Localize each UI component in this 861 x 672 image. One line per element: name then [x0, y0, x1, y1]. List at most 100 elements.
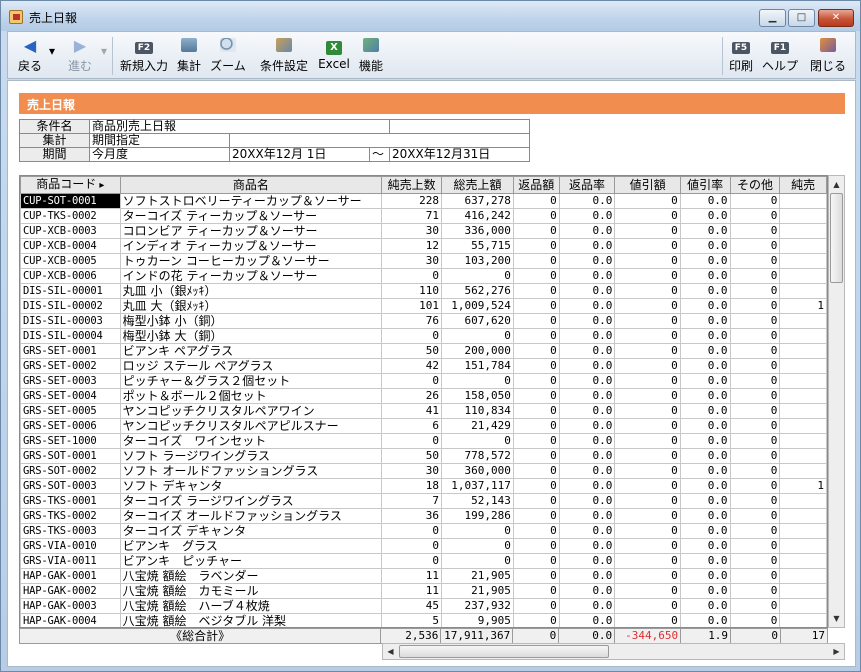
column-header[interactable]: 純売上数 — [381, 176, 443, 194]
horizontal-scrollbar[interactable]: ◀ ▶ — [382, 643, 845, 660]
scroll-down-icon[interactable]: ▼ — [830, 611, 843, 626]
back-dropdown[interactable]: ▾ — [46, 35, 58, 77]
column-header[interactable]: 値引額 — [614, 176, 681, 194]
minimize-button[interactable]: ▁ — [759, 9, 786, 27]
condition-settings-button[interactable]: 条件設定 — [258, 35, 310, 77]
cell-discr: 0.0 — [679, 328, 731, 344]
cell-qty: 11 — [381, 568, 443, 584]
column-header[interactable]: その他 — [729, 176, 781, 194]
cell-qty: 7 — [381, 493, 443, 509]
column-header[interactable]: 返品額 — [512, 176, 560, 194]
table-row[interactable]: GRS-SET-0006 ヤンコピッチクリスタルペアピルスナー 6 21,429 0 0.… — [20, 418, 827, 434]
table-row[interactable]: DIS-SIL-00003 梅型小鉢 小（銅） 76 607,620 0 0.0 0 0.0 0 — [20, 313, 827, 329]
table-row[interactable]: GRS-VIA-0010 ビアンキ グラス 0 0 0 0.0 0 0.0 0 — [20, 538, 827, 554]
table-row[interactable]: GRS-TKS-0002 ターコイズ オールドファッショングラス 36 199,286… — [20, 508, 827, 524]
cell-other: 0 — [729, 223, 781, 239]
table-row[interactable]: GRS-SET-0005 ヤンコピッチクリスタルペアワイン 41 110,834 0 0.… — [20, 403, 827, 419]
table-row[interactable]: GRS-TKS-0003 ターコイズ デキャンタ 0 0 0 0.0 0 0.0 0 — [20, 523, 827, 539]
table-row[interactable]: CUP-XCB-0004 インディオ ティーカップ＆ソーサー 12 55,715 0 0.… — [20, 238, 827, 254]
table-row[interactable]: HAP-GAK-0004 八宝焼 額絵 ベジタブル 洋梨 5 9,905 0 0.0 0 0.… — [20, 613, 827, 627]
cell-other: 0 — [729, 448, 781, 464]
cell-qty: 71 — [381, 208, 443, 224]
print-button[interactable]: F5 印刷 — [726, 35, 756, 77]
vertical-scroll-thumb[interactable] — [830, 193, 843, 283]
cell-code: CUP-TKS-0002 — [20, 208, 121, 224]
table-row[interactable]: GRS-SOT-0001 ソフト ラージワイングラス 50 778,572 0 0.0 0 0… — [20, 448, 827, 464]
cell-other: 0 — [729, 193, 781, 209]
column-header[interactable]: 返品率 — [558, 176, 616, 194]
table-row[interactable]: DIS-SIL-00002 丸皿 大（銀ﾒｯｷ） 101 1,009,524 0 0.0 0… — [20, 298, 827, 314]
column-header[interactable]: 総売上額 — [441, 176, 514, 194]
zoom-button[interactable]: ズーム — [208, 35, 248, 77]
table-row[interactable]: GRS-VIA-0011 ビアンキ ピッチャー 0 0 0 0.0 0 0.0 0 — [20, 553, 827, 569]
scroll-right-icon[interactable]: ▶ — [829, 644, 844, 659]
table-row[interactable]: CUP-XCB-0005 トゥカーン コーヒーカップ＆ソーサー 30 103,200 0… — [20, 253, 827, 269]
cell-qty: 45 — [381, 598, 443, 614]
table-row[interactable]: GRS-SET-0002 ロッジ ステール ペアグラス 42 151,784 0 0.0 0… — [20, 358, 827, 374]
cell-ret: 0 — [512, 238, 560, 254]
table-row[interactable]: CUP-TKS-0002 ターコイズ ティーカップ＆ソーサー 71 416,242 0 0… — [20, 208, 827, 224]
cell-disc: 0 — [614, 613, 681, 627]
cell-disc: 0 — [614, 523, 681, 539]
cell-name: 八宝焼 額絵 ハーブ４枚焼 — [119, 598, 383, 614]
table-row[interactable]: GRS-SET-0003 ピッチャー＆グラス２個セット 0 0 0 0.0 0 0.0 0 — [20, 373, 827, 389]
cell-retr: 0.0 — [558, 298, 616, 314]
table-row[interactable]: HAP-GAK-0002 八宝焼 額絵 カモミール 11 21,905 0 0.0 0 0.0… — [20, 583, 827, 599]
total-return-rate: 0.0 — [558, 628, 616, 644]
column-header[interactable]: 純売 — [779, 176, 827, 194]
forward-button[interactable]: ▶ 進む — [62, 35, 98, 77]
maximize-button[interactable]: □ — [788, 9, 815, 27]
cell-discr: 0.0 — [679, 523, 731, 539]
table-row[interactable]: DIS-SIL-00001 丸皿 小（銀ﾒｯｷ） 110 562,276 0 0.0 0 0.… — [20, 283, 827, 299]
sales-grid[interactable]: 商品コード ▸ 商品名 純売上数 総売上額 返品額 返品率 値引額 値引率 その他 純売 CUP-… — [19, 175, 828, 628]
cell-gross: 562,276 — [441, 283, 514, 299]
sales-table: 商品コード ▸ 商品名 純売上数 総売上額 返品額 返品率 値引額 値引率 その他 純売 CUP-… — [20, 176, 827, 627]
tally-button[interactable]: 集計 — [174, 35, 204, 77]
table-row[interactable]: GRS-SET-0004 ポット＆ボール２個セット 26 158,050 0 0.0 0 0.… — [20, 388, 827, 404]
cell-net — [779, 433, 827, 449]
cell-ret: 0 — [512, 268, 560, 284]
table-row[interactable]: GRS-SOT-0003 ソフト デキャンタ 18 1,037,117 0 0.0 0 0.0… — [20, 478, 827, 494]
cell-gross: 21,905 — [441, 583, 514, 599]
cell-gross: 778,572 — [441, 448, 514, 464]
cell-qty: 228 — [381, 193, 443, 209]
cell-ret: 0 — [512, 283, 560, 299]
table-row[interactable]: HAP-GAK-0001 八宝焼 額絵 ラベンダー 11 21,905 0 0.0 0 0.0… — [20, 568, 827, 584]
column-header[interactable]: 商品名 — [119, 176, 383, 194]
cell-net — [779, 343, 827, 359]
cell-retr: 0.0 — [558, 538, 616, 554]
table-row[interactable]: GRS-TKS-0001 ターコイズ ラージワイングラス 7 52,143 0 0.0 0 0… — [20, 493, 827, 509]
vertical-scrollbar[interactable]: ▲ ▼ — [828, 175, 845, 628]
cell-disc: 0 — [614, 373, 681, 389]
f1-key-icon: F1 — [760, 38, 800, 54]
excel-button[interactable]: X Excel — [316, 35, 352, 77]
close-window-button[interactable]: ✕ — [818, 9, 854, 27]
table-row[interactable]: CUP-SOT-0001 ソフトストロベリーティーカップ＆ソーサー 228 637,2… — [20, 193, 827, 209]
cell-discr: 0.0 — [679, 298, 731, 314]
scroll-up-icon[interactable]: ▲ — [830, 177, 843, 192]
cell-other: 0 — [729, 253, 781, 269]
function-button[interactable]: 機能 — [356, 35, 386, 77]
back-button[interactable]: ◀ 戻る — [12, 35, 48, 77]
horizontal-scroll-thumb[interactable] — [399, 645, 609, 658]
cell-qty: 101 — [381, 298, 443, 314]
table-row[interactable]: GRS-SET-0001 ビアンキ ペアグラス 50 200,000 0 0.0 0 0.0 0 — [20, 343, 827, 359]
forward-dropdown[interactable]: ▾ — [98, 35, 110, 77]
scroll-left-icon[interactable]: ◀ — [383, 644, 398, 659]
new-entry-button[interactable]: F2 新規入力 — [116, 35, 172, 77]
table-row[interactable]: DIS-SIL-00004 梅型小鉢 大（銅） 0 0 0 0.0 0 0.0 0 — [20, 328, 827, 344]
close-button[interactable]: 閉じる — [806, 35, 850, 77]
column-header[interactable]: 値引率 — [679, 176, 731, 194]
table-row[interactable]: GRS-SET-1000 ターコイズ ワインセット 0 0 0 0.0 0 0.0 0 — [20, 433, 827, 449]
table-row[interactable]: GRS-SOT-0002 ソフト オールドファッショングラス 30 360,000 0 0… — [20, 463, 827, 479]
cell-ret: 0 — [512, 583, 560, 599]
cell-name: ピッチャー＆グラス２個セット — [119, 373, 383, 389]
help-button[interactable]: F1 ヘルプ — [760, 35, 800, 77]
table-row[interactable]: CUP-XCB-0006 インドの花 ティーカップ＆ソーサー 0 0 0 0.0 0 0.0 0 — [20, 268, 827, 284]
table-row[interactable]: HAP-GAK-0003 八宝焼 額絵 ハーブ４枚焼 45 237,932 0 0.0 0 0… — [20, 598, 827, 614]
cell-code: GRS-VIA-0010 — [20, 538, 121, 554]
column-header[interactable]: 商品コード ▸ — [20, 176, 121, 194]
cell-code: GRS-SET-0006 — [20, 418, 121, 434]
cell-disc: 0 — [614, 268, 681, 284]
table-row[interactable]: CUP-XCB-0003 コロンビア ティーカップ＆ソーサー 30 336,000 0 0… — [20, 223, 827, 239]
